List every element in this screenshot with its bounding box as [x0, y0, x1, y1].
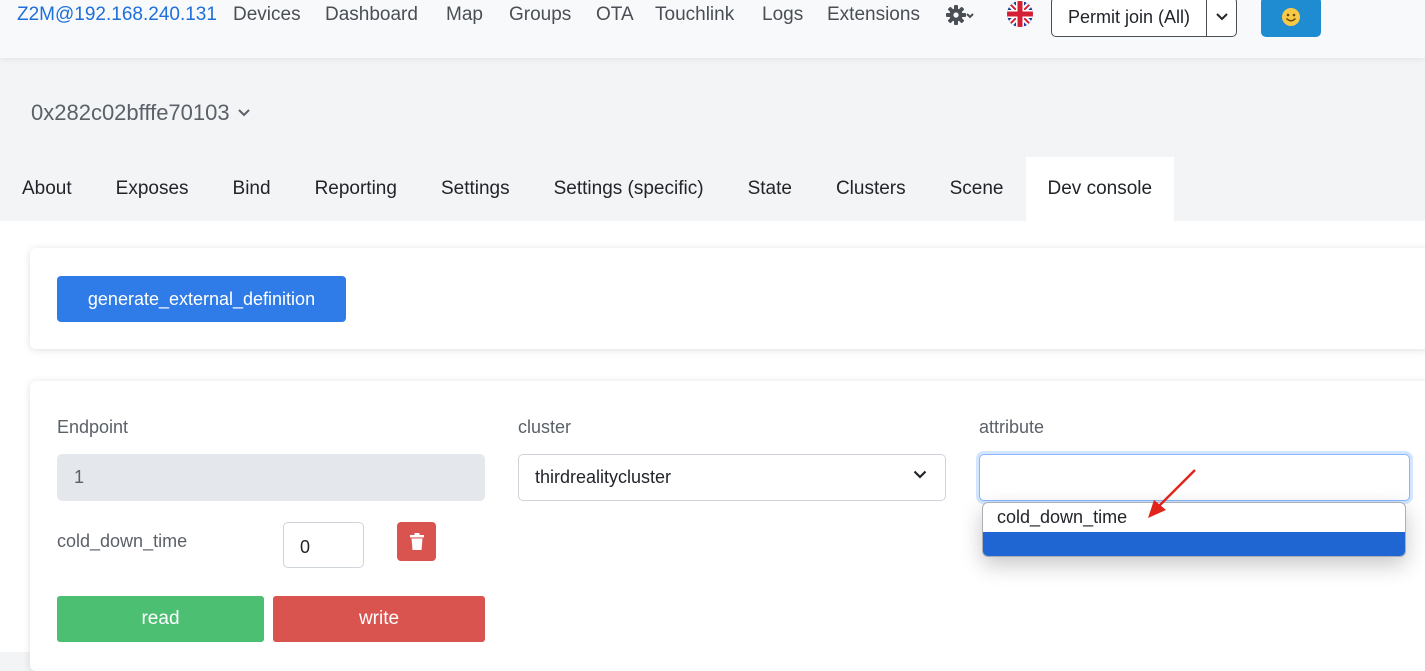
tab-about[interactable]: About: [0, 157, 94, 221]
chevron-down-icon: [1215, 13, 1228, 21]
tab-scene[interactable]: Scene: [928, 157, 1026, 221]
user-menu-button[interactable]: [1261, 0, 1321, 37]
permit-join-group: Permit join (All): [1051, 0, 1238, 37]
cluster-label: cluster: [518, 417, 572, 437]
device-selector[interactable]: 0x282c02bfffe70103: [31, 100, 250, 126]
nav-map[interactable]: Map: [446, 3, 483, 27]
attribute-row-label: cold_down_time: [57, 531, 188, 551]
attribute-option-highlighted[interactable]: [983, 532, 1405, 556]
permit-join-button[interactable]: Permit join (All): [1051, 0, 1208, 37]
tab-clusters[interactable]: Clusters: [814, 157, 928, 221]
tab-state[interactable]: State: [726, 157, 814, 221]
chevron-down-icon: [913, 470, 927, 479]
language-selector[interactable]: [1006, 0, 1034, 28]
nav-touchlink[interactable]: Touchlink: [655, 3, 734, 27]
delete-attribute-button[interactable]: [397, 522, 436, 561]
top-navbar: Z2M@192.168.240.131 Devices Dashboard Ma…: [0, 0, 1425, 58]
brand-link[interactable]: Z2M@192.168.240.131: [17, 3, 217, 27]
device-title: 0x282c02bfffe70103: [31, 100, 230, 125]
nav-dashboard[interactable]: Dashboard: [325, 3, 418, 27]
settings-menu[interactable]: [945, 2, 975, 28]
endpoint-field[interactable]: 1: [57, 454, 485, 501]
nav-devices[interactable]: Devices: [233, 3, 301, 27]
nav-ota[interactable]: OTA: [596, 3, 634, 27]
chevron-down-icon: [966, 13, 974, 19]
cluster-select[interactable]: thirdrealitycluster: [518, 454, 946, 501]
gear-icon: [946, 5, 974, 25]
permit-join-dropdown-toggle[interactable]: [1207, 0, 1238, 37]
attribute-label: attribute: [979, 417, 1045, 437]
trash-icon: [409, 532, 424, 550]
uk-flag-icon: [1007, 1, 1033, 27]
tab-settings[interactable]: Settings: [419, 157, 532, 221]
nav-groups[interactable]: Groups: [509, 3, 571, 27]
tab-exposes[interactable]: Exposes: [94, 157, 211, 221]
generate-external-definition-button[interactable]: generate_external_definition: [57, 276, 346, 322]
attribute-value-input[interactable]: 0: [283, 522, 364, 568]
endpoint-label: Endpoint: [57, 417, 129, 437]
read-button[interactable]: read: [57, 596, 264, 642]
tab-bind[interactable]: Bind: [211, 157, 293, 221]
nav-logs[interactable]: Logs: [762, 3, 803, 27]
smiley-icon: [1282, 8, 1300, 26]
tab-reporting[interactable]: Reporting: [293, 157, 419, 221]
annotation-arrow-icon: [1148, 469, 1196, 518]
chevron-down-icon: [237, 109, 250, 117]
cluster-select-value: thirdrealitycluster: [535, 467, 672, 487]
write-button[interactable]: write: [273, 596, 485, 642]
device-tabs: About Exposes Bind Reporting Settings Se…: [0, 157, 1175, 221]
tab-settings-specific[interactable]: Settings (specific): [532, 157, 726, 221]
nav-extensions[interactable]: Extensions: [827, 3, 920, 27]
tab-dev-console[interactable]: Dev console: [1025, 157, 1175, 221]
